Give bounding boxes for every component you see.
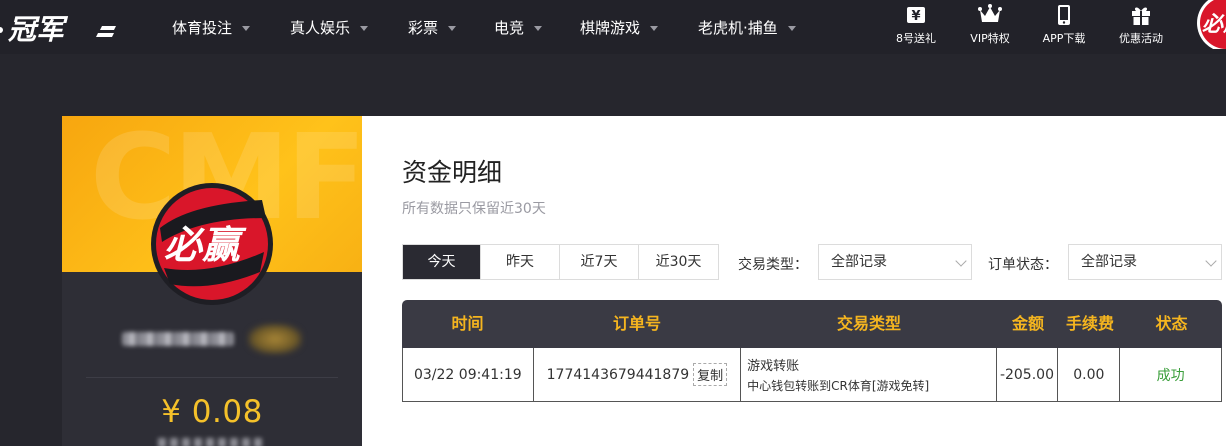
- chevron-down-icon: [650, 26, 659, 31]
- vip-badge: [248, 324, 302, 354]
- yen-ticket-icon: ¥: [907, 7, 925, 24]
- date-range-tabs: 今天 昨天 近7天 近30天: [402, 244, 719, 280]
- action-label: 优惠活动: [1119, 32, 1163, 45]
- nav-card-games[interactable]: 棋牌游戏: [580, 17, 659, 38]
- chevron-down-icon: [360, 26, 369, 31]
- profile-panel: CMF 必赢 ¥ 0.08: [62, 116, 362, 446]
- crown-icon: [978, 4, 1002, 22]
- chevron-down-icon: [955, 255, 967, 267]
- profile-avatar[interactable]: 必赢: [150, 182, 274, 306]
- nav-label: 老虎机·捕鱼: [698, 19, 778, 37]
- username-redacted: [122, 332, 234, 346]
- app-download-link[interactable]: APP下载: [1024, 4, 1104, 46]
- vip-link[interactable]: VIP特权: [950, 4, 1030, 46]
- range-today-button[interactable]: 今天: [403, 245, 481, 279]
- column-header: 状态: [1155, 314, 1188, 333]
- type-description: 中心钱包转账到CR体育[游戏免转]: [747, 379, 930, 393]
- svg-text:¥: ¥: [911, 9, 920, 24]
- nav-label: 棋牌游戏: [580, 19, 641, 37]
- column-header: 交易类型: [836, 314, 901, 333]
- site-logo[interactable]: 冠军: [0, 8, 118, 44]
- nav-sports[interactable]: 体育投注: [172, 17, 251, 38]
- column-header: 手续费: [1065, 314, 1114, 333]
- cell-amount: -205.00: [997, 348, 1059, 401]
- select-value: 全部记录: [1081, 254, 1137, 270]
- type-main: 游戏转账: [747, 359, 800, 374]
- action-label: VIP特权: [970, 32, 1010, 45]
- chevron-down-icon: [787, 26, 796, 31]
- gift-day-link[interactable]: ¥ 8号送礼: [876, 4, 956, 46]
- cell-time: 03/22 09:41:19: [403, 348, 534, 401]
- balance-caption-redacted: [158, 438, 262, 446]
- page-title: 资金明细: [402, 158, 503, 187]
- table-header: 时间 订单号 交易类型 金额 手续费 状态: [402, 300, 1222, 348]
- column-header: 金额: [1011, 314, 1044, 333]
- chevron-down-icon: [448, 26, 457, 31]
- nav-esports[interactable]: 电竞: [494, 17, 543, 38]
- divider: [86, 377, 338, 378]
- column-header: 订单号: [612, 314, 661, 333]
- order-status-select[interactable]: 全部记录: [1068, 244, 1222, 280]
- cell-transaction-type: 游戏转账 中心钱包转账到CR体育[游戏免转]: [741, 348, 997, 401]
- table-row: 03/22 09:41:19 1774143679441879 复制 游戏转账 …: [402, 348, 1222, 402]
- logo-text: 冠军: [7, 13, 69, 44]
- promotions-link[interactable]: 优惠活动: [1101, 4, 1181, 46]
- nav-lottery[interactable]: 彩票: [408, 17, 457, 38]
- order-status-label: 订单状态：: [988, 257, 1058, 273]
- chevron-down-icon: [1205, 255, 1217, 267]
- svg-text:必赢: 必赢: [1202, 12, 1226, 36]
- nav-label: 电竞: [494, 19, 525, 37]
- copy-button[interactable]: 复制: [693, 363, 728, 386]
- top-navigation-bar: 冠军 体育投注 真人娱乐 彩票 电竞 棋牌游戏 老虎机·捕鱼 ¥ 8号送礼 VI…: [0, 0, 1226, 54]
- column-header: 时间: [451, 314, 484, 333]
- action-label: APP下载: [1042, 32, 1086, 45]
- range-30days-button[interactable]: 近30天: [639, 245, 718, 279]
- transactions-table: 时间 订单号 交易类型 金额 手续费 状态 03/22 09:41:19 177…: [402, 300, 1222, 402]
- cell-fee: 0.00: [1058, 348, 1121, 401]
- transaction-type-select[interactable]: 全部记录: [818, 244, 972, 280]
- range-yesterday-button[interactable]: 昨天: [481, 245, 560, 279]
- user-avatar-top[interactable]: 必赢: [1196, 0, 1226, 49]
- gift-icon: [1132, 7, 1150, 25]
- avatar-text: 必赢: [164, 223, 247, 267]
- cell-order-no: 1774143679441879 复制: [534, 348, 742, 401]
- nav-live-casino[interactable]: 真人娱乐: [290, 17, 369, 38]
- order-number: 1774143679441879: [546, 366, 690, 383]
- chevron-down-icon: [242, 26, 251, 31]
- transaction-type-label: 交易类型：: [738, 257, 808, 273]
- phone-icon: [1058, 5, 1070, 25]
- wallet-balance: ¥ 0.08: [161, 394, 263, 430]
- nav-label: 彩票: [408, 19, 439, 37]
- range-7days-button[interactable]: 近7天: [560, 245, 639, 279]
- chevron-down-icon: [534, 26, 543, 31]
- action-label: 8号送礼: [896, 32, 936, 45]
- nav-label: 体育投注: [172, 19, 233, 37]
- page-subtitle: 所有数据只保留近30天: [402, 201, 546, 217]
- fund-details-panel: 资金明细 所有数据只保留近30天 今天 昨天 近7天 近30天 交易类型： 全部…: [362, 116, 1226, 446]
- select-value: 全部记录: [831, 254, 887, 270]
- cell-status: 成功: [1156, 367, 1185, 384]
- nav-label: 真人娱乐: [290, 19, 351, 37]
- nav-slots-fishing[interactable]: 老虎机·捕鱼: [698, 17, 796, 38]
